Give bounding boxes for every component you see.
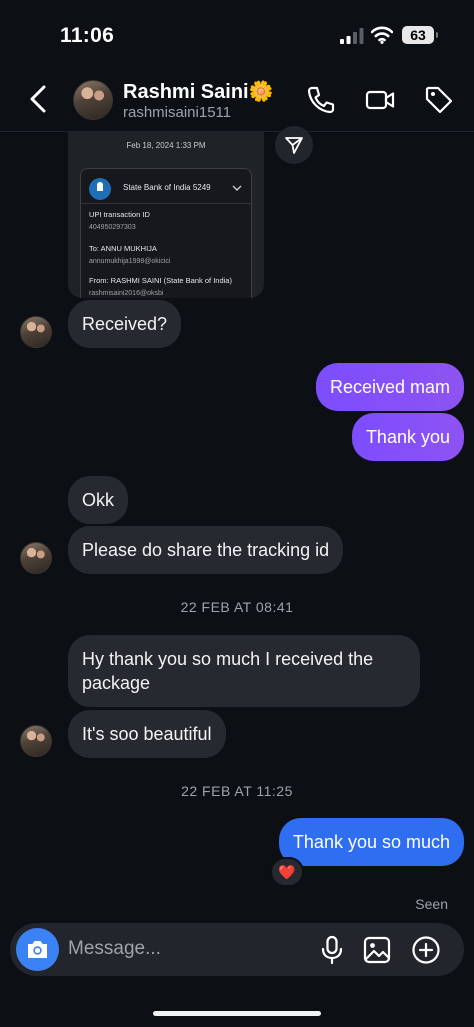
sbi-logo-icon <box>89 178 111 200</box>
timestamp: 22 FEB AT 08:41 <box>180 599 294 615</box>
share-button[interactable] <box>275 126 313 164</box>
message-bubble[interactable]: Received mam <box>315 363 464 411</box>
message-composer <box>10 923 464 976</box>
shared-payment-card[interactable]: Feb 18, 2024 1:33 PM State Bank of India… <box>68 132 264 298</box>
timestamp: 22 FEB AT 11:25 <box>181 783 293 799</box>
from-label: From: RASHMI SAINI (State Bank of India) <box>89 276 232 285</box>
message-bubble[interactable]: It's soo beautiful <box>68 710 226 758</box>
back-arrow-icon[interactable] <box>26 83 52 115</box>
card-divider <box>81 203 251 204</box>
send-icon <box>285 137 303 154</box>
message-bubble[interactable]: Hy thank you so much I received the pack… <box>68 635 420 707</box>
from-handle: rashmisaini2016@oksbi <box>89 290 164 297</box>
tag-icon[interactable] <box>423 84 455 116</box>
seen-indicator: Seen <box>415 896 448 912</box>
contact-username[interactable]: rashmisaini1511 <box>123 104 231 121</box>
plus-icon[interactable] <box>411 935 441 965</box>
camera-button[interactable] <box>16 928 59 971</box>
upi-id: 404950297303 <box>89 224 136 231</box>
contact-avatar[interactable] <box>73 80 113 120</box>
heart-reaction-icon[interactable]: ❤️ <box>270 857 304 887</box>
bank-row: State Bank of India 5249 <box>89 177 245 200</box>
microphone-icon[interactable] <box>317 935 347 965</box>
bank-name: State Bank of India 5249 <box>123 183 211 192</box>
wifi-icon <box>371 26 393 44</box>
sender-avatar[interactable] <box>20 542 52 574</box>
gallery-icon[interactable] <box>362 935 392 965</box>
message-bubble[interactable]: Please do share the tracking id <box>68 526 344 574</box>
upi-label: UPI transaction ID <box>89 210 150 219</box>
sender-avatar[interactable] <box>20 316 52 348</box>
status-time: 11:06 <box>60 24 115 47</box>
message-bubble[interactable]: Thank you so much <box>278 818 464 866</box>
battery-indicator: 63 <box>402 26 438 44</box>
contact-name[interactable]: Rashmi Saini🌼 <box>123 79 274 104</box>
camera-icon <box>28 941 47 958</box>
chevron-down-icon <box>232 185 242 191</box>
home-indicator[interactable] <box>153 1011 321 1016</box>
card-date: Feb 18, 2024 1:33 PM <box>126 141 206 150</box>
message-input[interactable] <box>68 935 308 963</box>
cellular-signal-icon <box>340 28 364 44</box>
to-label: To: ANNU MUKHIJA <box>89 244 157 253</box>
message-bubble[interactable]: Received? <box>68 300 182 348</box>
card-details: State Bank of India 5249 UPI transaction… <box>80 168 252 298</box>
phone-icon[interactable] <box>305 84 337 116</box>
status-bar: 11:06 63 <box>0 0 474 70</box>
message-bubble[interactable]: Okk <box>68 476 129 524</box>
video-call-icon[interactable] <box>364 84 396 116</box>
chat-header: Rashmi Saini🌼 rashmisaini1511 <box>0 70 474 132</box>
sender-avatar[interactable] <box>20 725 52 757</box>
message-bubble[interactable]: Thank you <box>351 413 464 461</box>
to-handle: annumukhija1998@okicici <box>89 258 171 265</box>
